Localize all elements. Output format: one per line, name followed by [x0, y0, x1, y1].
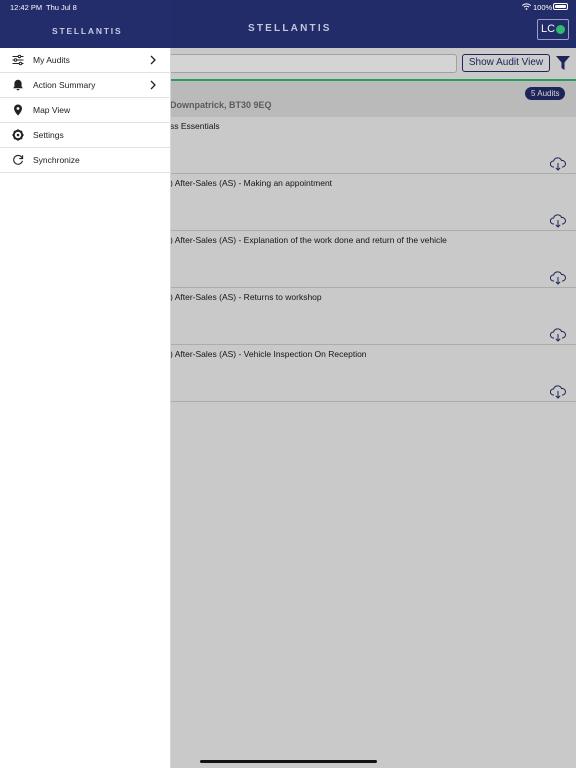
sliders-icon	[12, 54, 24, 66]
wifi-icon	[522, 3, 531, 10]
gear-icon	[12, 129, 24, 141]
chevron-right-icon	[150, 55, 156, 65]
drawer-logo: STELLANTIS	[52, 26, 123, 36]
menu-item-label: Map View	[33, 105, 71, 115]
menu-item-synchronize[interactable]: Synchronize	[0, 148, 171, 173]
status-date: Thu Jul 8	[46, 3, 77, 12]
drawer-menu: My Audits Action Summary Map View Settin…	[0, 48, 171, 173]
status-time: 12:42 PM	[10, 3, 43, 12]
sync-icon	[13, 154, 24, 165]
menu-item-my-audits[interactable]: My Audits	[0, 48, 171, 73]
menu-item-label: My Audits	[33, 55, 70, 65]
home-indicator[interactable]	[200, 760, 377, 763]
menu-item-label: Synchronize	[33, 155, 80, 165]
chevron-right-icon	[150, 80, 156, 90]
menu-item-action-summary[interactable]: Action Summary	[0, 73, 171, 98]
bell-icon	[13, 79, 23, 91]
menu-item-settings[interactable]: Settings	[0, 123, 171, 148]
status-bar: 12:42 PM Thu Jul 8 100%	[0, 0, 576, 14]
drawer-scrim[interactable]	[171, 48, 576, 768]
menu-item-label: Settings	[33, 130, 64, 140]
battery-percent: 100%	[533, 3, 553, 12]
menu-item-map-view[interactable]: Map View	[0, 98, 171, 123]
navigation-drawer: STELLANTIS My Audits Action Summary Map …	[0, 0, 171, 768]
map-pin-icon	[14, 104, 22, 116]
menu-item-label: Action Summary	[33, 80, 96, 90]
battery-icon	[553, 3, 568, 10]
